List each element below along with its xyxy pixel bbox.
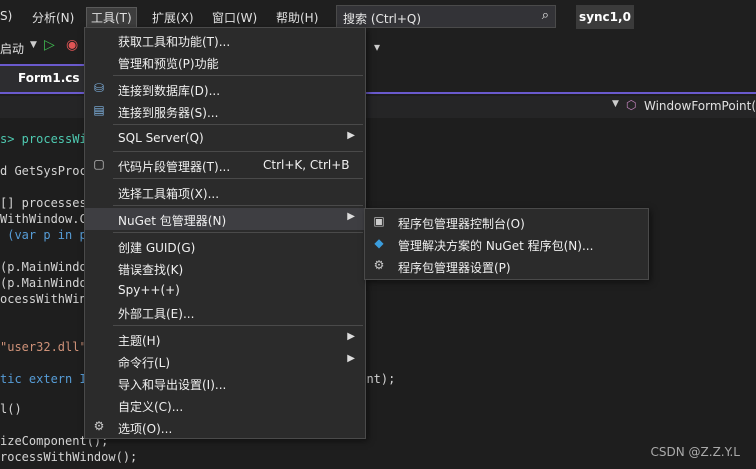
chevron-right-icon: ▶ xyxy=(347,331,355,342)
watermark: CSDN @Z.Z.Y.L xyxy=(650,445,741,459)
code-line: d GetSysProc xyxy=(0,164,87,178)
method-icon: ⬡ xyxy=(626,98,637,112)
server-connect-icon: ▤ xyxy=(93,103,105,117)
solution-name[interactable]: sync1,0 xyxy=(576,5,634,29)
tools-menu: 获取工具和功能(T)... 管理和预览(P)功能 ⛁ 连接到数据库(D)... ▤… xyxy=(84,27,366,439)
start-label[interactable]: 启动 xyxy=(0,40,24,57)
menu-item-get-tools[interactable]: 获取工具和功能(T)... xyxy=(85,29,365,51)
menu-tools[interactable]: 工具(T) xyxy=(86,7,137,28)
menu-item-nuget[interactable]: NuGet 包管理器(N) ▶ xyxy=(85,208,365,230)
menu-separator xyxy=(113,124,363,125)
code-line: rocessWithWindow(); xyxy=(0,450,138,464)
menu-partial[interactable]: S) xyxy=(0,9,12,23)
menu-separator xyxy=(113,232,363,233)
menu-separator xyxy=(113,151,363,152)
menu-item-theme[interactable]: 主题(H) ▶ xyxy=(85,328,365,350)
nuget-submenu: ▣ 程序包管理器控制台(O) ◆ 管理解决方案的 NuGet 程序包(N)... ⚙… xyxy=(364,208,649,280)
chevron-right-icon: ▶ xyxy=(347,211,355,222)
nav-member[interactable]: WindowFormPoint( xyxy=(644,99,756,113)
chevron-down-icon[interactable]: ▼ xyxy=(612,99,619,109)
menu-separator xyxy=(113,325,363,326)
menu-item-package-console[interactable]: ▣ 程序包管理器控制台(O) xyxy=(365,211,648,233)
snippet-icon: ▢ xyxy=(93,157,105,171)
play-icon[interactable]: ▷ xyxy=(44,37,55,53)
hot-reload-icon[interactable]: ◉ xyxy=(66,37,78,53)
tab-form1[interactable]: Form1.cs xyxy=(0,64,86,92)
menu-item-manage-nuget-packages[interactable]: ◆ 管理解决方案的 NuGet 程序包(N)... xyxy=(365,233,648,255)
menu-item-customize[interactable]: 自定义(C)... xyxy=(85,394,365,416)
menu-item-manage-preview[interactable]: 管理和预览(P)功能 xyxy=(85,51,365,73)
code-line: (var p in p xyxy=(0,228,87,242)
menu-item-spy[interactable]: Spy++(+) xyxy=(85,279,365,301)
menu-item-options[interactable]: ⚙ 选项(O)... xyxy=(85,416,365,438)
menu-item-connect-database[interactable]: ⛁ 连接到数据库(D)... xyxy=(85,78,365,100)
code-line: WithWindow.C xyxy=(0,212,87,226)
menu-item-sql-server[interactable]: SQL Server(Q) ▶ xyxy=(85,127,365,149)
menu-extensions[interactable]: 扩展(X) xyxy=(152,9,194,26)
search-placeholder: 搜索 (Ctrl+Q) xyxy=(343,12,422,26)
code-line: l() xyxy=(0,402,22,416)
menu-help[interactable]: 帮助(H) xyxy=(276,9,318,26)
menu-item-external-tools[interactable]: 外部工具(E)... xyxy=(85,301,365,323)
gear-icon: ⚙ xyxy=(93,419,105,433)
menu-item-connect-server[interactable]: ▤ 连接到服务器(S)... xyxy=(85,100,365,122)
search-icon: ⌕ xyxy=(541,8,549,23)
menu-separator xyxy=(113,75,363,76)
gear-icon: ⚙ xyxy=(373,258,385,272)
menu-item-snippet-manager[interactable]: ▢ 代码片段管理器(T)... Ctrl+K, Ctrl+B xyxy=(85,154,365,176)
menu-window[interactable]: 窗口(W) xyxy=(212,9,257,26)
code-line: "user32.dll" xyxy=(0,340,87,354)
menu-item-command-line[interactable]: 命令行(L) ▶ xyxy=(85,350,365,372)
chevron-right-icon: ▶ xyxy=(347,353,355,364)
menu-separator xyxy=(113,178,363,179)
database-connect-icon: ⛁ xyxy=(93,81,105,95)
chevron-down-icon[interactable]: ▼ xyxy=(30,40,37,50)
menu-separator xyxy=(113,205,363,206)
code-line: [] processes xyxy=(0,196,87,210)
menu-item-create-guid[interactable]: 创建 GUID(G) xyxy=(85,235,365,257)
code-line: (p.MainWindo xyxy=(0,276,87,290)
search-input[interactable]: 搜索 (Ctrl+Q) ⌕ xyxy=(336,5,556,28)
menu-item-import-export[interactable]: 导入和导出设置(I)... xyxy=(85,372,365,394)
code-line: ocessWithWind xyxy=(0,292,94,306)
code-line: (p.MainWindo xyxy=(0,260,87,274)
menu-item-package-settings[interactable]: ⚙ 程序包管理器设置(P) xyxy=(365,255,648,277)
nuget-icon: ◆ xyxy=(374,236,384,250)
chevron-right-icon: ▶ xyxy=(347,130,355,141)
menu-item-error-lookup[interactable]: 错误查找(K) xyxy=(85,257,365,279)
toolbar-dropdown[interactable]: ▾ xyxy=(374,40,380,54)
code-line: tic extern I xyxy=(0,372,87,386)
menu-item-toolbox-items[interactable]: 选择工具箱项(X)... xyxy=(85,181,365,203)
code-line: s> processWit xyxy=(0,132,94,146)
menu-analyze[interactable]: 分析(N) xyxy=(32,9,74,26)
console-icon: ▣ xyxy=(373,214,385,228)
